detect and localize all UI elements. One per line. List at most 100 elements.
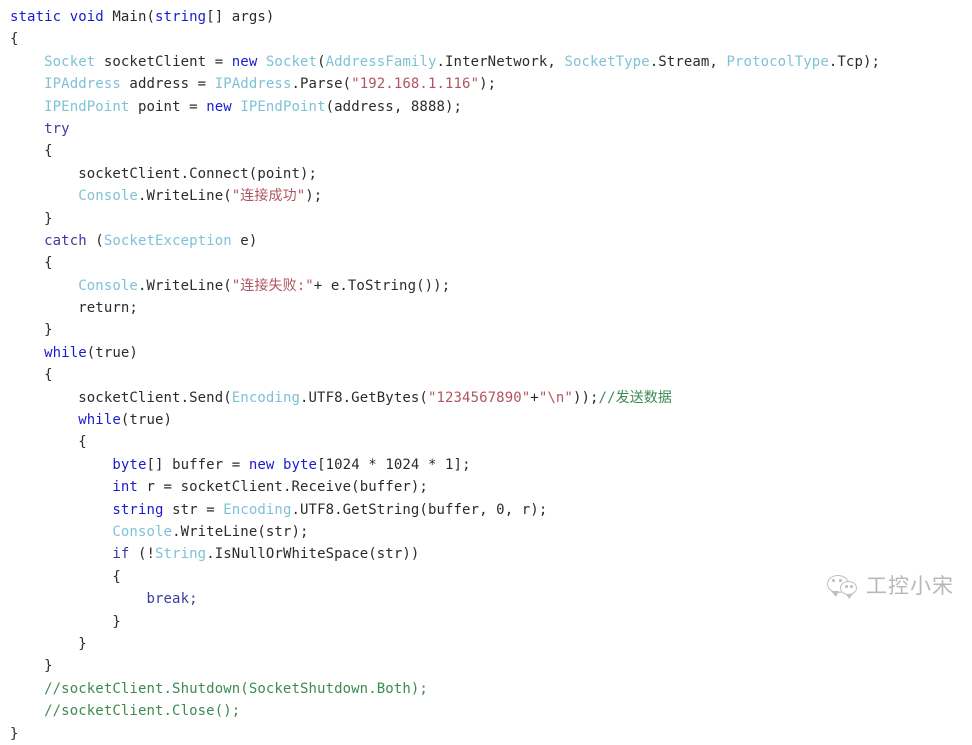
code-line: { [0, 28, 972, 50]
code-line: { [0, 364, 972, 386]
code-token: byte [112, 456, 147, 473]
code-line: } [0, 723, 972, 745]
code-token: e) [231, 232, 258, 249]
code-line: Console.WriteLine("连接失败:"+ e.ToString())… [0, 275, 972, 297]
code-token: Main( [103, 9, 156, 25]
code-token: + e.ToString()); [313, 277, 451, 294]
code-line: } [0, 611, 972, 633]
code-token: [] args) [206, 9, 275, 25]
code-token: string [155, 9, 207, 25]
code-token: socketClient.Connect(point); [78, 165, 318, 182]
code-token: .UTF8.GetString(buffer, 0, r); [291, 501, 548, 518]
code-token: } [10, 725, 19, 742]
code-token: while [78, 412, 121, 429]
code-line: byte[] buffer = new byte[1024 * 1024 * 1… [0, 454, 972, 476]
code-token: "192.168.1.116" [351, 76, 480, 93]
code-line: { [0, 431, 972, 453]
code-token: "1234567890" [427, 389, 531, 406]
code-line: } [0, 633, 972, 655]
code-token: Console [112, 523, 173, 540]
code-token: .UTF8.GetBytes( [300, 389, 428, 406]
code-token: str = [163, 501, 224, 518]
code-token: .Stream, [649, 53, 727, 70]
code-token: ( [86, 232, 104, 249]
code-token: Encoding [231, 389, 300, 406]
code-token: IPEndPoint [44, 98, 130, 115]
code-line: try [0, 118, 972, 140]
code-line: socketClient.Connect(point); [0, 163, 972, 185]
code-token: .Tcp); [828, 53, 881, 70]
code-token: IPEndPoint [240, 98, 326, 115]
code-editor-surface: static void Main(string[] args) { Socket … [0, 0, 972, 742]
code-token: [1024 * 1024 * 1]; [317, 456, 471, 473]
code-token: { [10, 31, 19, 48]
code-token: void [69, 9, 104, 25]
code-token: while [44, 344, 87, 361]
code-token: .WriteLine( [137, 277, 232, 294]
code-line: //socketClient.Close(); [0, 700, 972, 722]
code-token: ); [479, 76, 497, 93]
code-token: } [44, 658, 53, 675]
code-line: IPEndPoint point = new IPEndPoint(addres… [0, 96, 972, 118]
code-token: IPAddress [214, 76, 292, 93]
code-token: Console [78, 188, 138, 205]
code-token: (true) [86, 344, 138, 361]
code-line: return; [0, 297, 972, 319]
code-line: if (!String.IsNullOrWhiteSpace(str)) [0, 543, 972, 565]
code-token: ProtocolType [726, 53, 829, 70]
code-token: byte [282, 456, 318, 473]
code-token: //socketClient.Close(); [44, 703, 241, 720]
code-token: } [44, 210, 53, 227]
code-token: "\n" [538, 389, 573, 406]
code-token: string [112, 501, 164, 518]
code-token: { [78, 434, 87, 451]
code-token: { [112, 568, 121, 585]
code-token: //发送数据 [598, 389, 673, 406]
code-token: break; [146, 591, 198, 608]
code-token: SocketType [564, 53, 650, 70]
code-token: ); [305, 188, 323, 205]
code-token: } [78, 635, 87, 652]
code-token: Console [78, 277, 138, 294]
wechat-logo-icon [827, 573, 857, 599]
code-token: try [44, 120, 70, 137]
code-line: Socket socketClient = new Socket(Address… [0, 51, 972, 73]
code-line: int r = socketClient.Receive(buffer); [0, 476, 972, 498]
code-line: string str = Encoding.UTF8.GetString(buf… [0, 499, 972, 521]
code-token: .InterNetwork, [436, 53, 565, 70]
code-token: ( [317, 53, 326, 70]
code-token: [] buffer = [146, 456, 249, 473]
code-token: r = socketClient.Receive(buffer); [137, 479, 428, 496]
watermark-label: 工控小宋 [866, 573, 954, 598]
code-token: Socket [265, 53, 318, 70]
code-line: { [0, 140, 972, 162]
code-token: String [155, 546, 207, 563]
code-line: } [0, 208, 972, 230]
code-line: while(true) [0, 342, 972, 364]
code-token: socketClient.Send( [78, 389, 232, 406]
code-line: //socketClient.Shutdown(SocketShutdown.B… [0, 678, 972, 700]
code-line: socketClient.Send(Encoding.UTF8.GetBytes… [0, 387, 972, 409]
code-token: new [248, 456, 275, 473]
code-token: return; [78, 300, 138, 317]
code-token: )); [572, 389, 599, 406]
code-token: (address, 8888); [325, 98, 463, 115]
code-token: } [44, 322, 53, 339]
code-token: { [44, 255, 53, 272]
code-line: { [0, 252, 972, 274]
code-token: .Parse( [291, 76, 352, 93]
code-line: static void Main(string[] args) [0, 6, 972, 28]
code-token: SocketException [103, 232, 232, 249]
code-token: (true) [120, 412, 173, 429]
code-token: int [112, 479, 138, 496]
code-token: point = [129, 98, 207, 115]
code-token: { [44, 143, 53, 160]
code-token: { [44, 367, 53, 384]
code-token: "连接失败:" [231, 277, 314, 294]
code-token: .IsNullOrWhiteSpace(str)) [206, 546, 420, 563]
code-token: .WriteLine(str); [172, 523, 309, 540]
code-token: AddressFamily [325, 53, 437, 70]
code-token: Encoding [223, 501, 292, 518]
